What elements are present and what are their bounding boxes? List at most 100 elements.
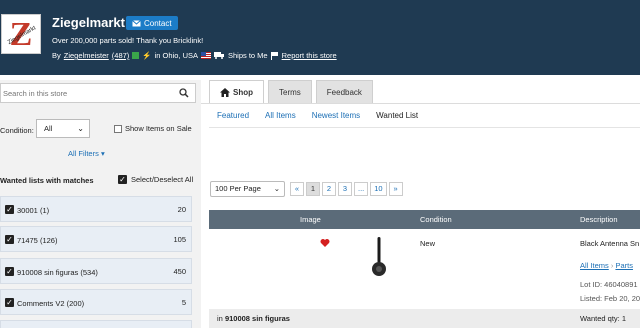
- listed-date: Listed: Feb 20, 20: [580, 294, 640, 303]
- wanted-list-name: Comments V2: [17, 299, 65, 308]
- contact-label: Contact: [144, 18, 172, 28]
- page-3[interactable]: 3: [338, 182, 352, 196]
- wanted-list-matches: (200): [66, 299, 85, 308]
- crumb-all-items[interactable]: All Items: [580, 261, 609, 270]
- wanted-list-checkbox[interactable]: ✓: [5, 205, 14, 214]
- item-breadcrumb: All Items › Parts: [580, 261, 633, 270]
- ships-to-me: Ships to Me: [228, 51, 268, 60]
- pagination: « 1 2 3 ... 10 »: [290, 182, 403, 196]
- page-1[interactable]: 1: [306, 182, 320, 196]
- page-first[interactable]: «: [290, 182, 304, 196]
- wanted-list-item[interactable]: ✓ 71475 (126) 105: [0, 226, 192, 252]
- tabbar-divider: [201, 103, 640, 104]
- store-name: Ziegelmarkt: [52, 15, 125, 30]
- condition-select[interactable]: All ⌄: [36, 119, 90, 138]
- home-icon: [220, 87, 230, 97]
- condition-label: Condition:: [0, 126, 34, 135]
- row-footer: in 910008 sin figuras Wanted qty: 1: [209, 309, 640, 328]
- page-2[interactable]: 2: [322, 182, 336, 196]
- item-condition: New: [420, 239, 436, 248]
- tab-feedback-label: Feedback: [326, 87, 362, 97]
- per-page-value: 100 Per Page: [215, 184, 261, 193]
- wanted-list-checkbox[interactable]: ✓: [5, 235, 14, 244]
- all-filters-label: All Filters: [68, 149, 99, 158]
- footer-wanted-list: 910008 sin figuras: [224, 314, 290, 323]
- store-tagline: Over 200,000 parts sold! Thank you Brick…: [52, 36, 204, 45]
- store-tabs: Shop Terms Feedback: [209, 80, 373, 103]
- seller-badge-icon: [132, 52, 140, 59]
- header-description: Description: [580, 215, 618, 224]
- per-page-select[interactable]: 100 Per Page ⌄: [210, 181, 285, 197]
- tab-shop[interactable]: Shop: [209, 80, 264, 103]
- header-image: Image: [300, 215, 321, 224]
- all-filters-link[interactable]: All Filters ▾: [68, 149, 105, 158]
- crumb-parts[interactable]: Parts: [615, 261, 633, 270]
- feedback-score[interactable]: (487): [112, 51, 130, 60]
- wanted-list-item[interactable]: ✓ 30001 (1) 20: [0, 196, 192, 222]
- lightning-icon: ⚡: [142, 51, 152, 60]
- wanted-lists-title: Wanted lists with matches: [0, 176, 94, 185]
- tab-shop-label: Shop: [233, 87, 253, 97]
- wanted-list-item[interactable]: [0, 320, 192, 328]
- tab-feedback[interactable]: Feedback: [315, 80, 373, 103]
- table-header: Image Condition Description: [209, 210, 640, 229]
- subnav-wanted-list[interactable]: Wanted List: [376, 111, 418, 120]
- search-input[interactable]: [1, 84, 171, 102]
- store-search: [0, 83, 196, 103]
- wanted-list-item[interactable]: ✓ 910008 sin figuras (534) 450: [0, 258, 192, 284]
- wanted-list-count: 450: [173, 267, 186, 276]
- wanted-list-matches: (126): [39, 236, 58, 245]
- condition-value: All: [44, 124, 53, 133]
- shop-subnav: Featured All Items Newest Items Wanted L…: [217, 111, 418, 120]
- chevron-down-icon: ⌄: [77, 124, 84, 133]
- us-flag-icon: [201, 52, 211, 59]
- part-image[interactable]: [370, 237, 388, 279]
- sidebar: Condition: All ⌄ Show Items on Sale All …: [0, 80, 201, 328]
- wanted-list-count: 5: [181, 298, 186, 307]
- header-condition: Condition: [420, 215, 452, 224]
- store-meta: By Ziegelmeister (487) ⚡ in Ohio, USA Sh…: [52, 51, 337, 60]
- wanted-list-name: 910008 sin figuras: [17, 268, 79, 277]
- item-description[interactable]: Black Antenna Sn: [580, 239, 639, 248]
- contact-button[interactable]: Contact: [126, 16, 178, 30]
- wanted-list-checkbox[interactable]: ✓: [5, 298, 14, 307]
- wanted-qty: Wanted qty: 1: [580, 314, 626, 323]
- chevron-right-icon: ›: [610, 261, 614, 270]
- subnav-newest-items[interactable]: Newest Items: [312, 111, 360, 120]
- select-all-checkbox[interactable]: ✓: [118, 175, 127, 184]
- envelope-icon: [132, 19, 141, 26]
- wanted-list-checkbox[interactable]: ✓: [5, 267, 14, 276]
- tab-terms-label: Terms: [279, 87, 301, 97]
- show-sale-label: Show Items on Sale: [125, 124, 192, 133]
- store-header: Z Ziegelmarkt Ziegelmarkt Contact Over 2…: [0, 0, 640, 75]
- chevron-down-icon: ⌄: [273, 184, 280, 193]
- caret-down-icon: ▾: [100, 149, 105, 158]
- truck-icon: [214, 52, 224, 59]
- flag-report-icon: [270, 51, 278, 60]
- wanted-list-name: 30001: [17, 206, 38, 215]
- tab-terms[interactable]: Terms: [268, 80, 312, 103]
- subnav-all-items[interactable]: All Items: [265, 111, 296, 120]
- footer-in-prefix: in: [217, 314, 223, 323]
- page-10[interactable]: 10: [370, 182, 387, 196]
- search-icon[interactable]: [179, 88, 189, 98]
- wanted-list-matches: (1): [39, 206, 50, 215]
- sale-checkbox[interactable]: [114, 124, 122, 133]
- page-next[interactable]: »: [388, 182, 403, 196]
- show-sale-toggle[interactable]: Show Items on Sale: [114, 124, 192, 133]
- by-label: By: [52, 51, 61, 60]
- wanted-list-name: 71475: [17, 236, 38, 245]
- page-ellipsis: ...: [354, 182, 369, 196]
- store-logo[interactable]: Z Ziegelmarkt: [1, 14, 41, 54]
- seller-link[interactable]: Ziegelmeister: [64, 51, 109, 60]
- subnav-featured[interactable]: Featured: [217, 111, 249, 120]
- wanted-list-count: 20: [177, 205, 186, 214]
- heart-icon[interactable]: [320, 238, 330, 248]
- select-all-toggle[interactable]: ✓ Select/Deselect All: [118, 175, 193, 184]
- report-store-link[interactable]: Report this store: [282, 51, 337, 60]
- wanted-list-matches: (534): [80, 268, 98, 277]
- subnav-divider: [209, 127, 640, 128]
- location: in Ohio, USA: [154, 51, 198, 60]
- select-all-label: Select/Deselect All: [131, 175, 194, 184]
- wanted-list-item[interactable]: ✓ Comments V2 (200) 5: [0, 289, 192, 315]
